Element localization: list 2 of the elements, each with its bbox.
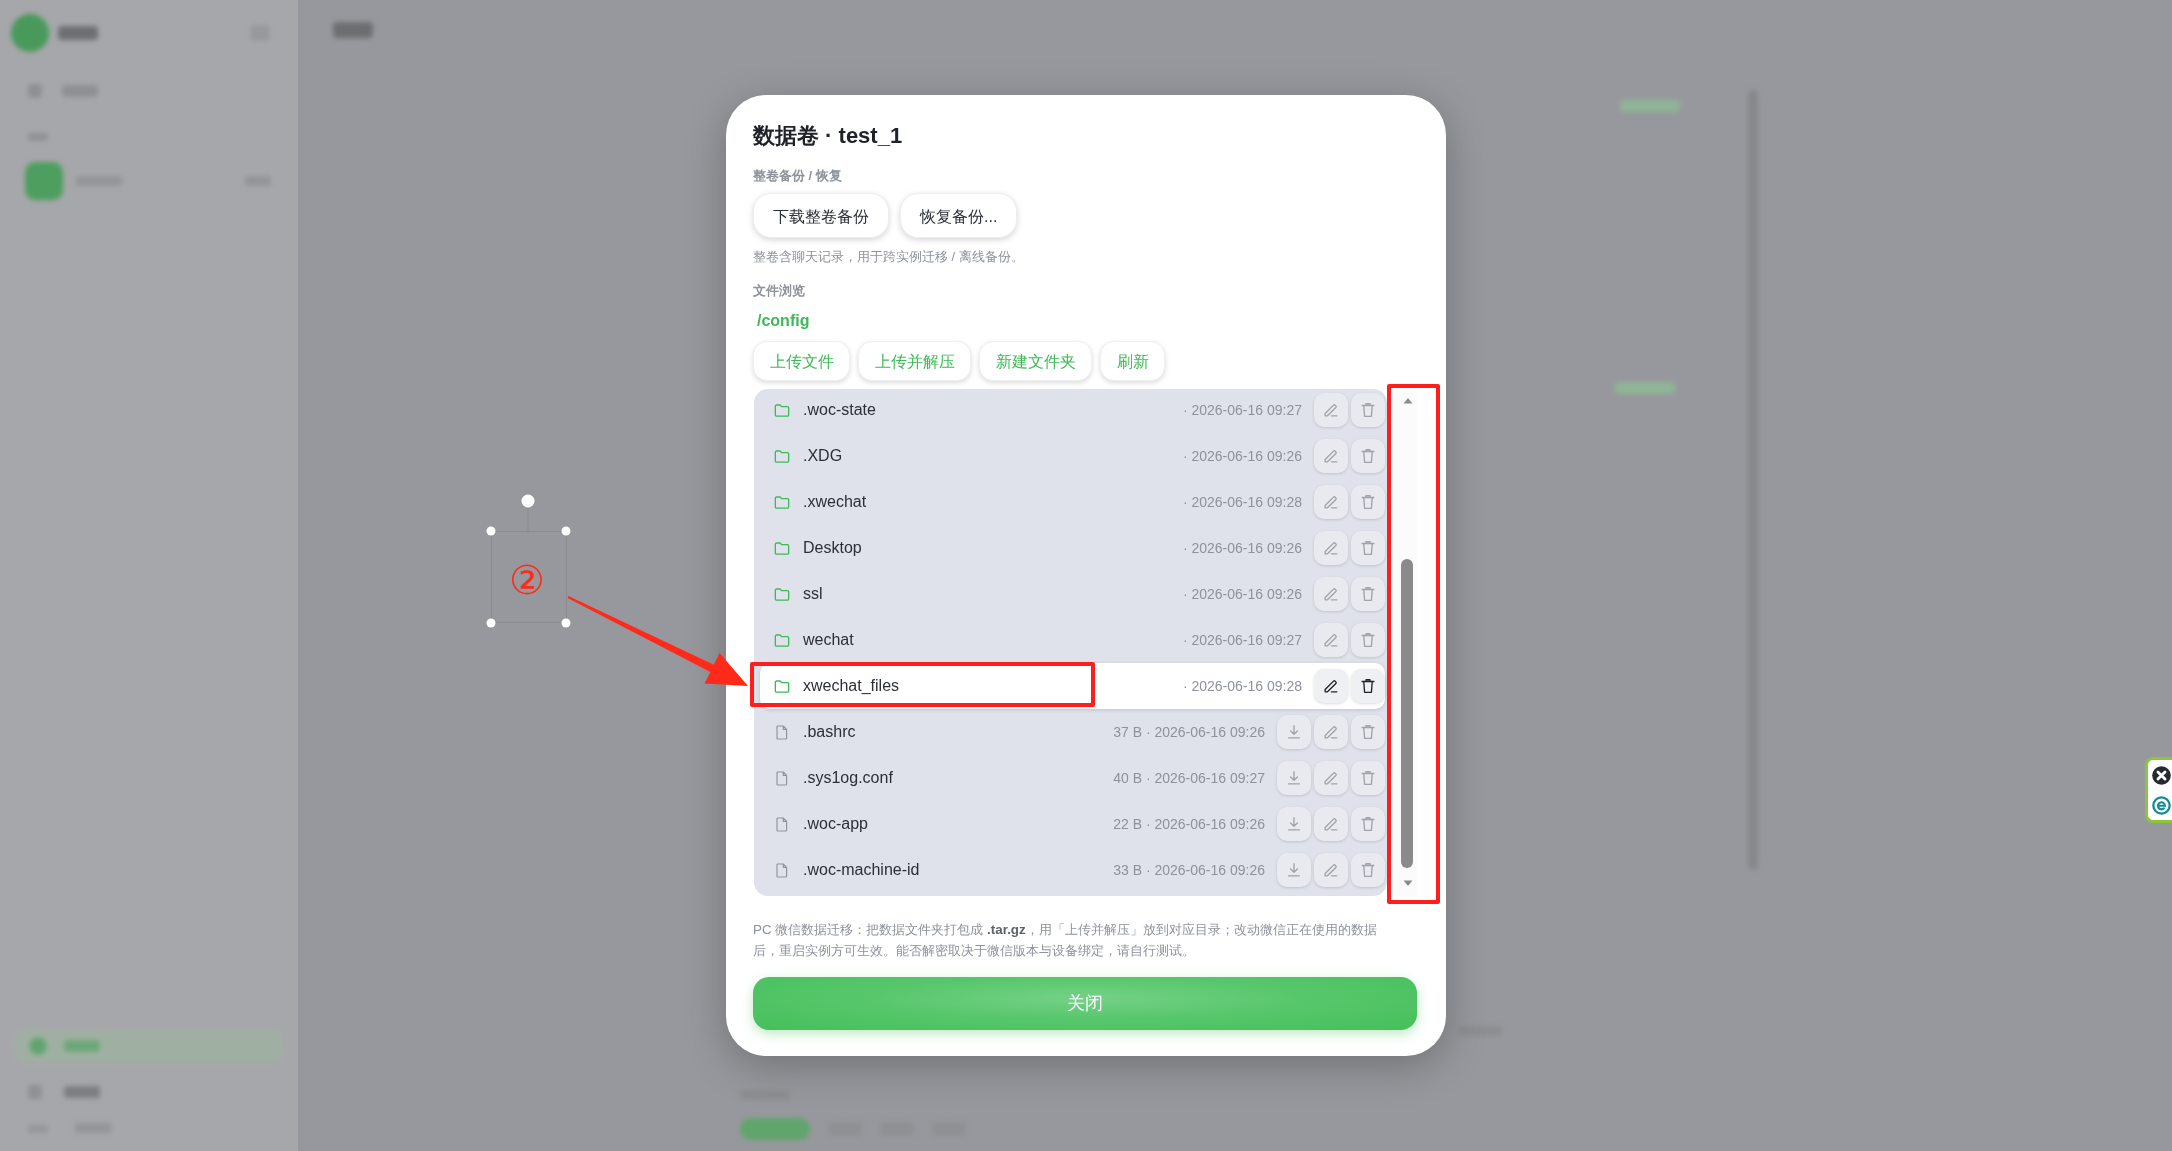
close-icon[interactable]: [2152, 765, 2171, 785]
circle-logo-icon[interactable]: [2152, 795, 2171, 815]
